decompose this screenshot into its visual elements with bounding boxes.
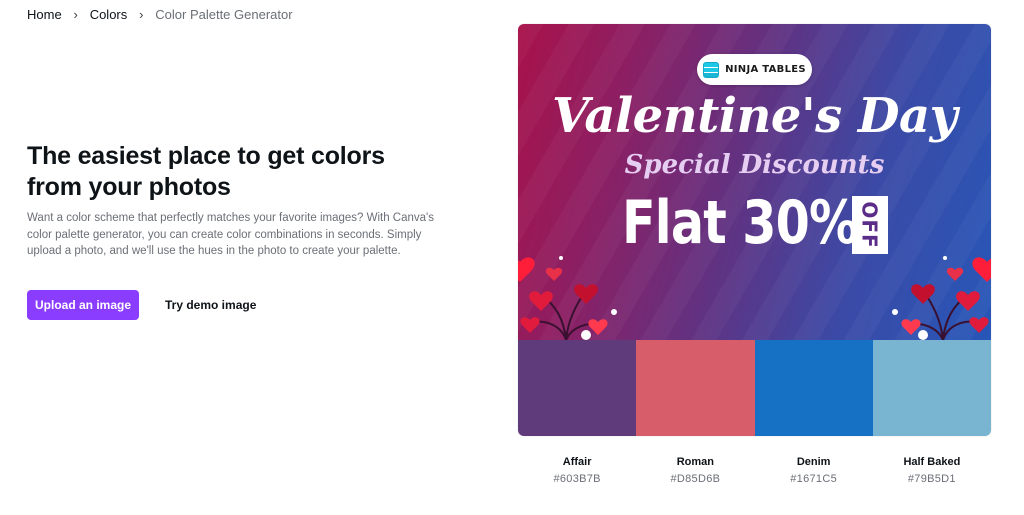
- breadcrumb-colors-link[interactable]: Colors: [90, 7, 128, 22]
- color-hex[interactable]: #603B7B: [518, 471, 636, 487]
- breadcrumb-current: Color Palette Generator: [155, 7, 293, 22]
- chevron-right-icon: ›: [139, 7, 144, 22]
- try-demo-image-button[interactable]: Try demo image: [155, 290, 266, 320]
- chevron-right-icon: ›: [73, 7, 78, 22]
- swatch-half-baked[interactable]: [872, 340, 991, 436]
- palette-label: Affair #603B7B: [518, 455, 636, 487]
- brand-logo-text: NINJA TABLES: [725, 64, 806, 75]
- hearts-decoration-left-icon: [518, 256, 617, 340]
- upload-image-button[interactable]: Upload an image: [27, 290, 139, 320]
- hearts-decoration-right-icon: [892, 256, 991, 340]
- color-name: Half Baked: [903, 456, 961, 468]
- color-hex[interactable]: #1671C5: [755, 471, 873, 487]
- photo-offer-text: Flat 30%: [622, 188, 858, 258]
- ninja-tables-logo-icon: [703, 61, 720, 78]
- color-hex[interactable]: #D85D6B: [636, 471, 754, 487]
- breadcrumb: Home › Colors › Color Palette Generator: [27, 7, 293, 22]
- photo-offer-tag-text: OFF: [858, 201, 883, 249]
- color-hex[interactable]: #79B5D1: [873, 471, 991, 487]
- uploaded-photo: NINJA TABLES Valentine's Day Special Dis…: [518, 24, 991, 340]
- color-name: Denim: [796, 456, 831, 468]
- color-name: Affair: [562, 456, 592, 468]
- palette-label: Half Baked #79B5D1: [873, 455, 991, 487]
- photo-headline: Valentine's Day: [552, 88, 958, 144]
- brand-logo-pill: NINJA TABLES: [697, 54, 812, 85]
- breadcrumb-home-link[interactable]: Home: [27, 7, 62, 22]
- color-name: Roman: [676, 456, 715, 468]
- page-title: The easiest place to get colors from you…: [27, 142, 385, 201]
- swatch-roman[interactable]: [636, 340, 755, 436]
- palette-label: Roman #D85D6B: [636, 455, 754, 487]
- palette-labels: Affair #603B7B Roman #D85D6B Denim #1671…: [518, 455, 991, 487]
- palette-card: NINJA TABLES Valentine's Day Special Dis…: [518, 24, 991, 436]
- palette-label: Denim #1671C5: [755, 455, 873, 487]
- swatch-denim[interactable]: [754, 340, 873, 436]
- palette-swatches: [518, 340, 991, 436]
- photo-subheadline: Special Discounts: [624, 150, 885, 180]
- page-description: Want a color scheme that perfectly match…: [27, 212, 434, 257]
- photo-offer-tag: OFF: [852, 196, 888, 254]
- swatch-affair[interactable]: [518, 340, 637, 436]
